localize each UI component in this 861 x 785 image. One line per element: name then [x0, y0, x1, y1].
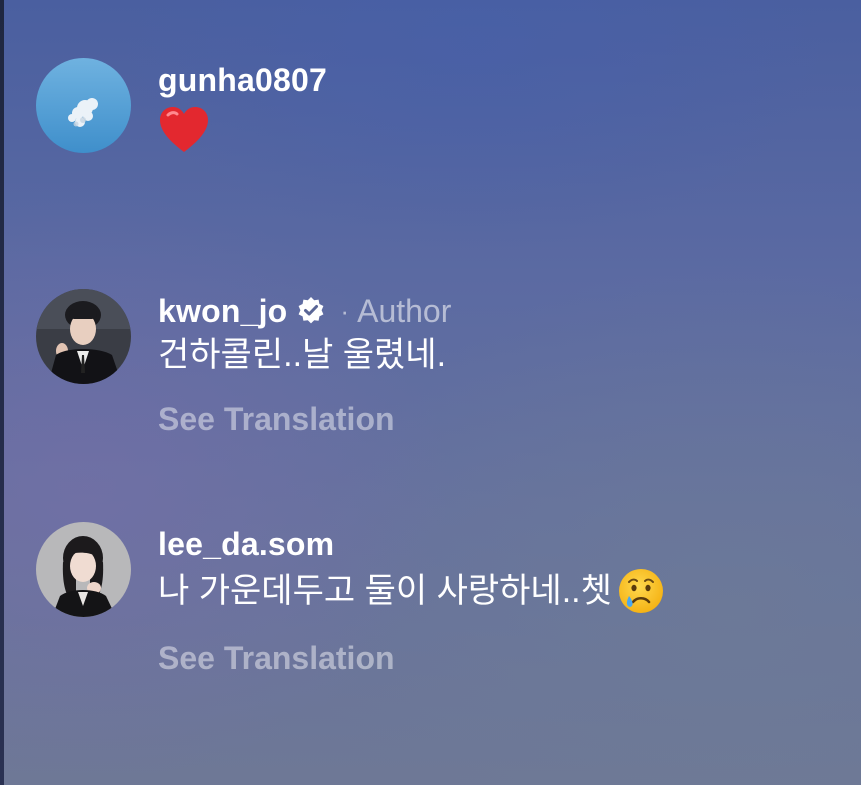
see-translation-link[interactable]: See Translation [158, 640, 828, 677]
comment-text: 나 가운데두고 둘이 사랑하네..쳇 [158, 566, 828, 616]
username[interactable]: gunha0807 [158, 62, 327, 99]
username[interactable]: lee_da.som [158, 526, 334, 563]
avatar[interactable] [36, 58, 131, 153]
comment-text [158, 102, 828, 159]
avatar[interactable] [36, 289, 131, 384]
avatar[interactable] [36, 522, 131, 617]
red-heart-icon [160, 107, 208, 152]
username[interactable]: kwon_jo [158, 293, 287, 330]
screen-edge [0, 0, 4, 785]
comment-text-content: 나 가운데두고 둘이 사랑하네..쳇 [158, 572, 612, 610]
comment-text: 건하콜린..날 울렸네. [158, 336, 447, 374]
separator-dot: · [340, 295, 350, 326]
verified-badge-icon [299, 297, 324, 324]
author-label: Author [357, 292, 452, 329]
crying-face-icon [618, 569, 663, 613]
see-translation-link[interactable]: See Translation [158, 401, 828, 438]
